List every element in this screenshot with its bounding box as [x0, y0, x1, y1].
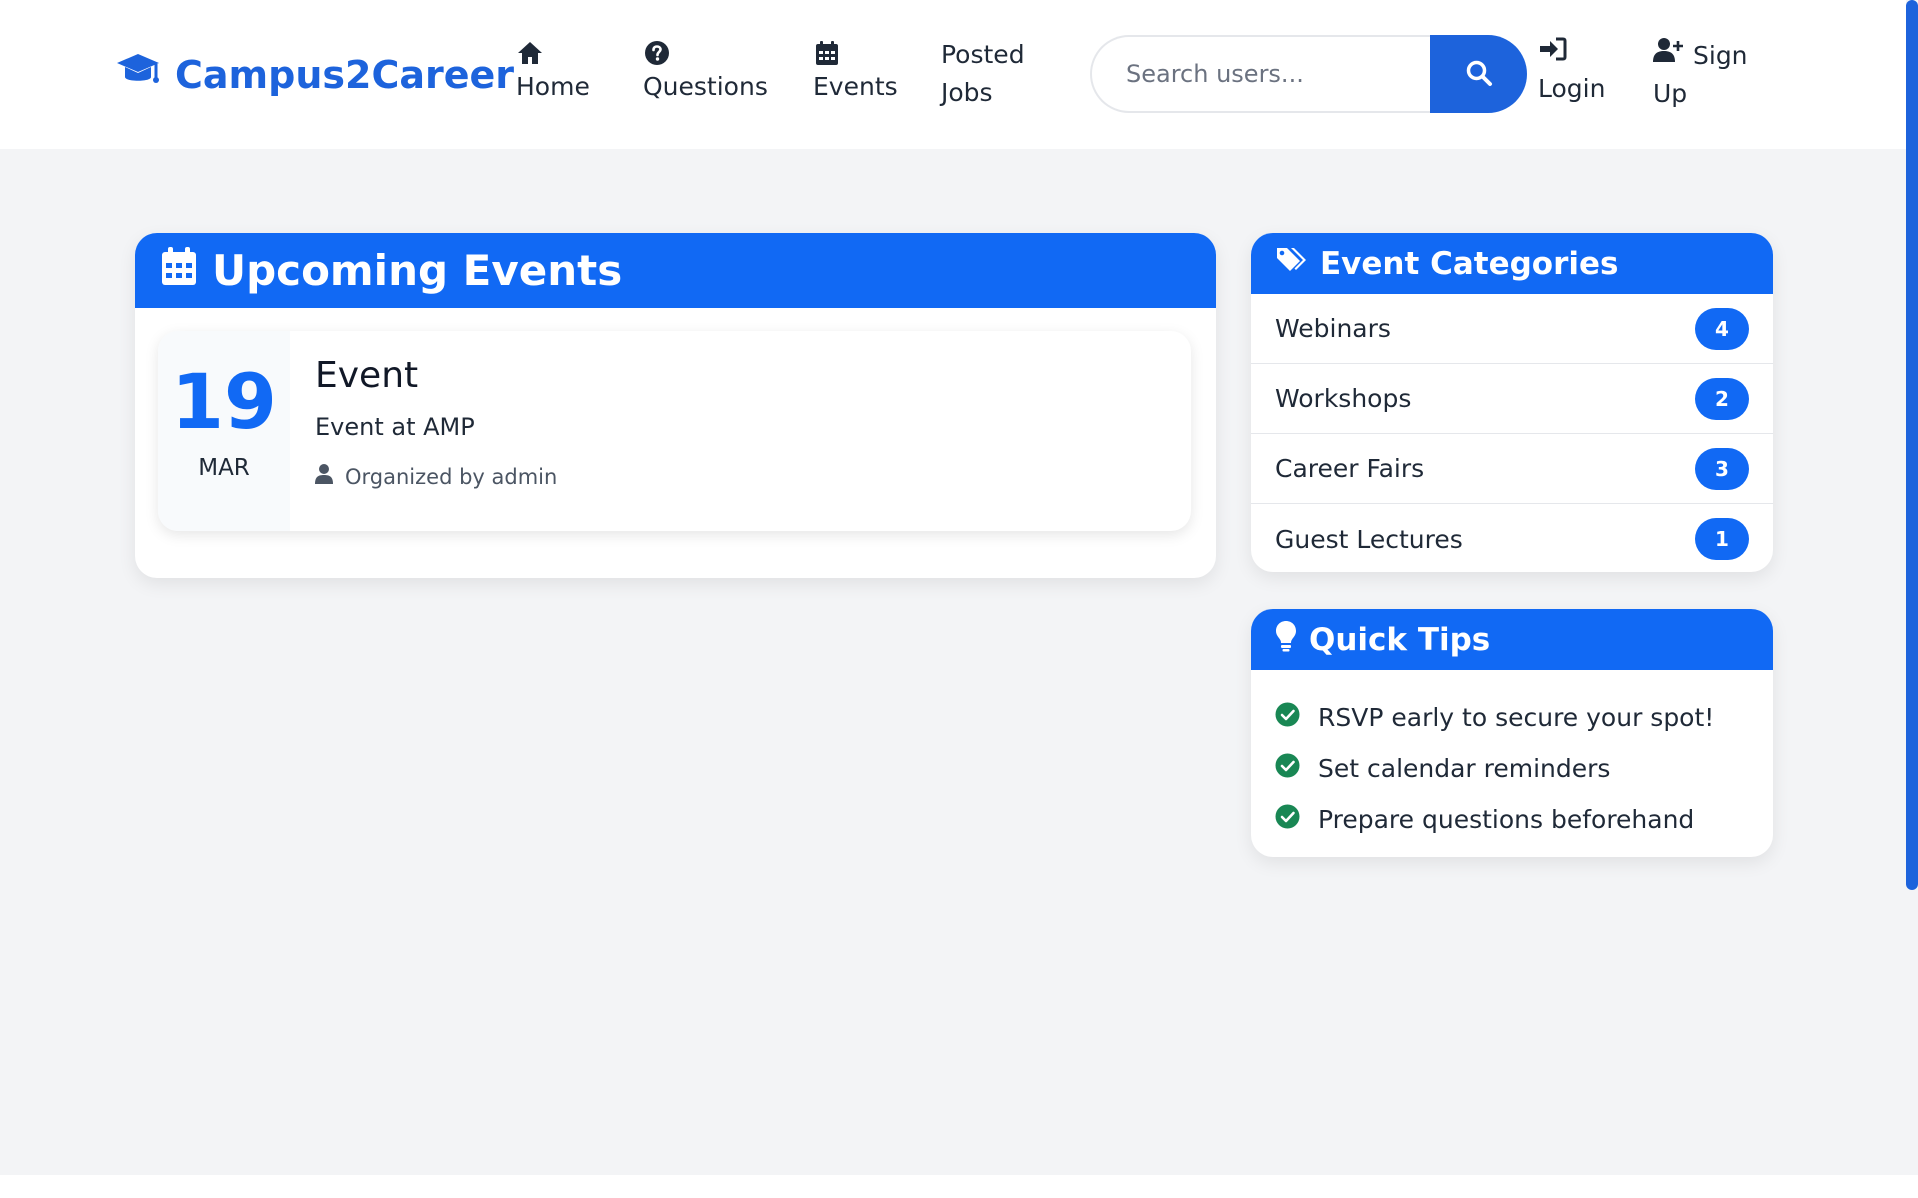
tip-item: Set calendar reminders — [1275, 743, 1749, 794]
event-date: 19 MAR — [158, 331, 290, 531]
event-categories-header: Event Categories — [1251, 233, 1773, 294]
upcoming-events-card: Upcoming Events 19 MAR Event Event at AM… — [135, 233, 1216, 578]
nav-questions[interactable]: Questions — [643, 38, 768, 106]
event-item[interactable]: 19 MAR Event Event at AMP Organized by a… — [158, 331, 1191, 531]
category-item[interactable]: Workshops 2 — [1251, 364, 1773, 434]
category-count-badge: 4 — [1695, 307, 1749, 350]
graduation-cap-icon — [115, 50, 161, 99]
question-circle-icon — [643, 38, 768, 68]
nav-signup-line1: Sign — [1693, 40, 1748, 70]
search-bar — [1090, 35, 1527, 113]
tip-text: Prepare questions beforehand — [1318, 805, 1695, 834]
footer — [0, 1175, 1918, 1198]
nav-login[interactable]: Login — [1538, 35, 1606, 108]
event-month: MAR — [198, 455, 250, 481]
event-title: Event — [315, 355, 419, 396]
category-label: Career Fairs — [1275, 454, 1425, 483]
event-organizer-text: Organized by admin — [345, 464, 558, 489]
event-categories-card: Event Categories Webinars 4 Workshops 2 … — [1251, 233, 1773, 572]
lightbulb-icon — [1275, 620, 1297, 660]
user-plus-icon — [1653, 36, 1683, 75]
search-input[interactable] — [1090, 35, 1440, 113]
brand-name: Campus2Career — [175, 52, 514, 97]
nav-login-label: Login — [1538, 74, 1606, 103]
nav-signup[interactable]: Sign Up — [1653, 36, 1748, 113]
quick-tips-title: Quick Tips — [1309, 621, 1491, 658]
event-day: 19 — [171, 357, 277, 446]
category-item[interactable]: Webinars 4 — [1251, 294, 1773, 364]
navbar: Campus2Career Home Questions Events Post… — [0, 0, 1906, 149]
event-organizer: Organized by admin — [315, 463, 557, 490]
event-details: Event Event at AMP Organized by admin — [315, 353, 557, 490]
category-item[interactable]: Career Fairs 3 — [1251, 434, 1773, 504]
search-button[interactable] — [1430, 35, 1527, 113]
check-circle-icon — [1275, 804, 1300, 835]
check-circle-icon — [1275, 753, 1300, 784]
tags-icon — [1275, 245, 1308, 283]
nav-events-label: Events — [813, 72, 898, 101]
category-label: Workshops — [1275, 384, 1412, 413]
category-count-badge: 3 — [1695, 447, 1749, 490]
nav-home[interactable]: Home — [516, 38, 590, 106]
brand-logo[interactable]: Campus2Career — [115, 50, 514, 99]
tip-item: RSVP early to secure your spot! — [1275, 692, 1749, 743]
nav-jobs-line2: Jobs — [941, 78, 993, 107]
user-icon — [315, 463, 333, 490]
nav-events[interactable]: Events — [813, 38, 898, 106]
scrollbar[interactable] — [1906, 0, 1918, 890]
nav-posted-jobs[interactable]: Posted Jobs — [941, 36, 1025, 112]
tip-item: Prepare questions beforehand — [1275, 794, 1749, 845]
category-label: Guest Lectures — [1275, 524, 1463, 554]
event-categories-title: Event Categories — [1320, 245, 1619, 282]
category-count-badge: 2 — [1695, 377, 1749, 420]
upcoming-events-header: Upcoming Events — [135, 233, 1216, 308]
nav-signup-line2: Up — [1653, 79, 1688, 108]
sign-in-icon — [1538, 35, 1568, 74]
quick-tips-header: Quick Tips — [1251, 609, 1773, 670]
category-item[interactable]: Guest Lectures 1 — [1251, 504, 1773, 572]
tips-list: RSVP early to secure your spot! Set cale… — [1251, 670, 1773, 845]
category-count-badge: 1 — [1695, 518, 1749, 560]
nav-home-label: Home — [516, 72, 590, 101]
calendar-icon — [813, 38, 898, 68]
category-label: Webinars — [1275, 314, 1391, 343]
tip-text: RSVP early to secure your spot! — [1318, 703, 1715, 732]
quick-tips-card: Quick Tips RSVP early to secure your spo… — [1251, 609, 1773, 857]
calendar-icon — [160, 245, 198, 297]
nav-jobs-line1: Posted — [941, 40, 1025, 69]
nav-questions-label: Questions — [643, 72, 768, 101]
search-icon — [1464, 58, 1494, 91]
check-circle-icon — [1275, 702, 1300, 733]
upcoming-events-title: Upcoming Events — [212, 246, 623, 295]
tip-text: Set calendar reminders — [1318, 754, 1611, 783]
event-location: Event at AMP — [315, 413, 475, 441]
home-icon — [516, 38, 590, 68]
